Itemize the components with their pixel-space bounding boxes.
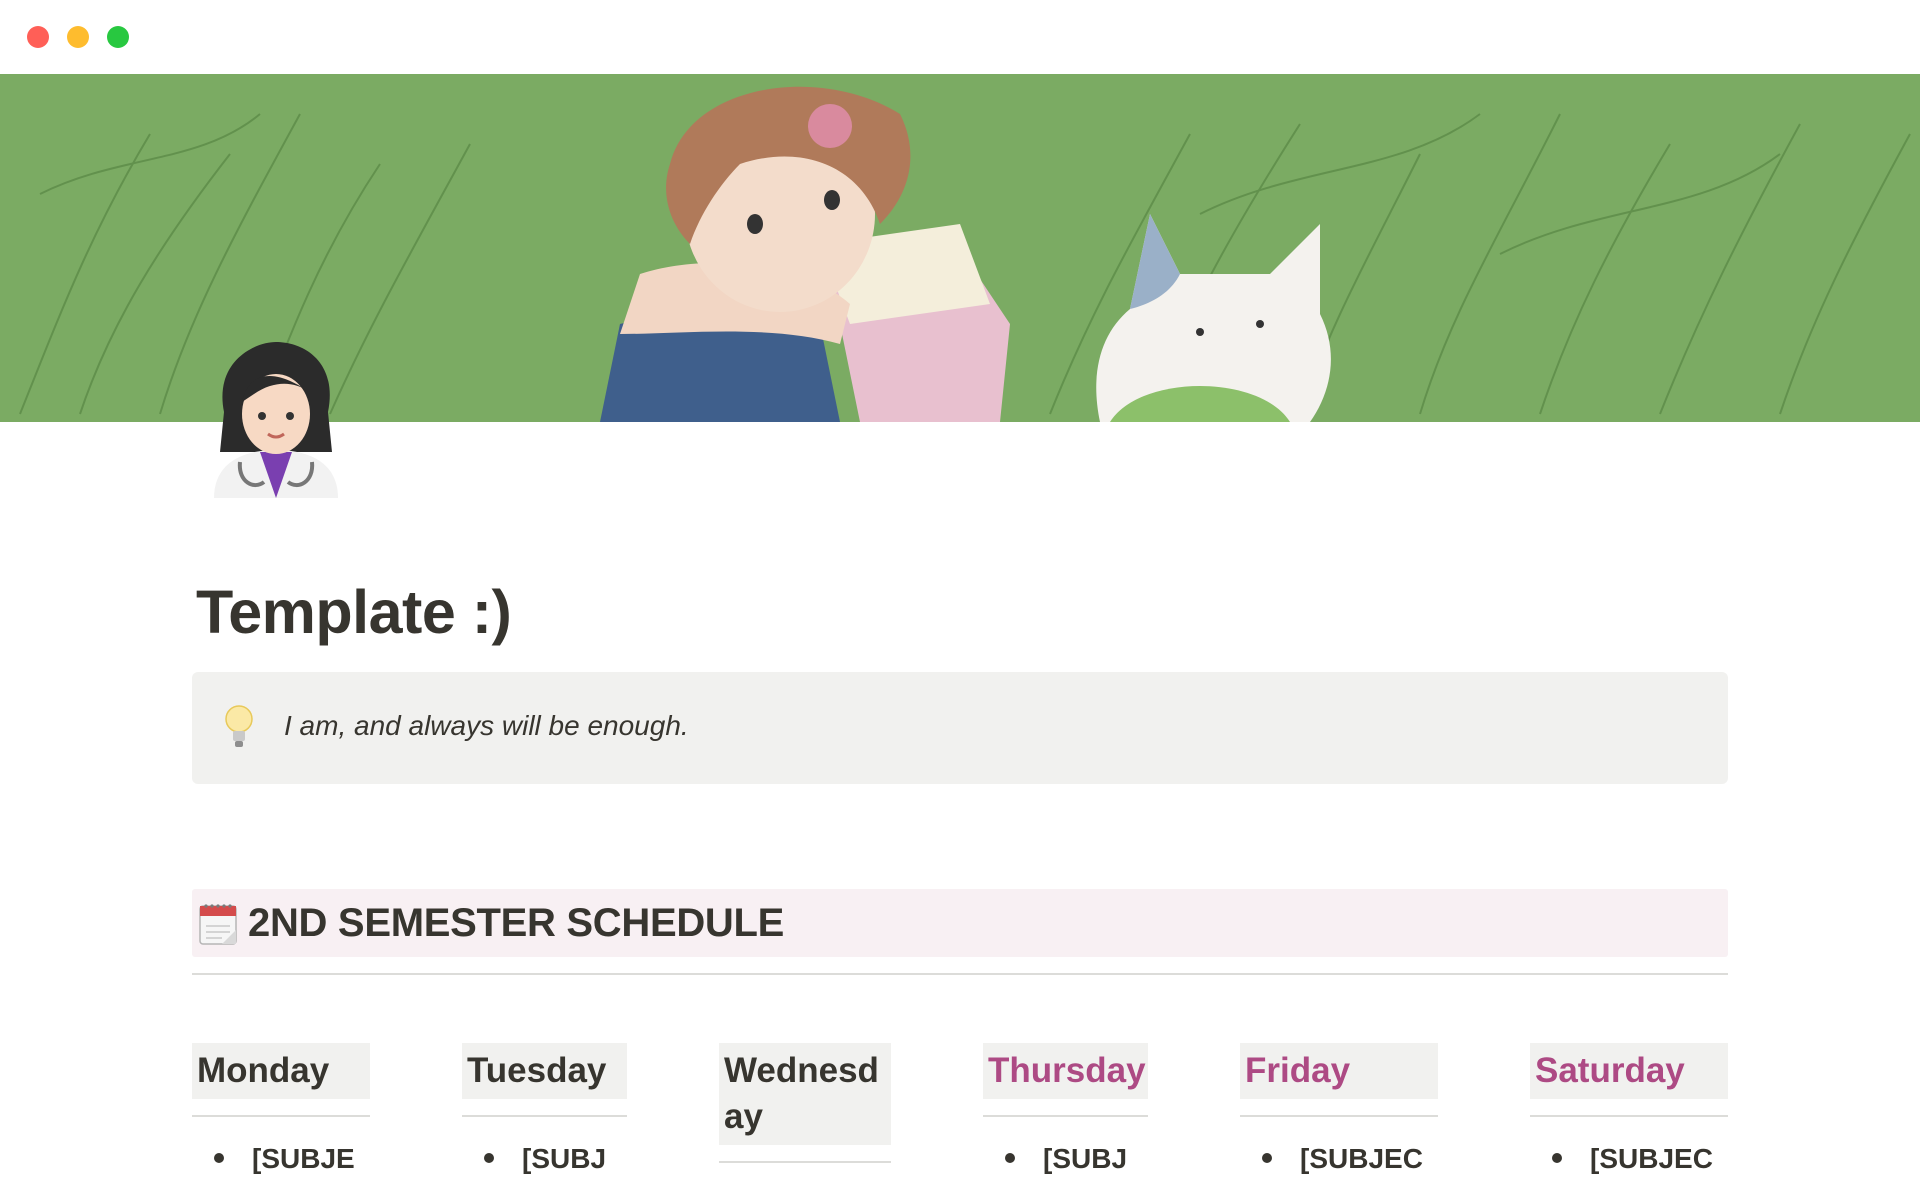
window-maximize-button[interactable] (107, 26, 129, 48)
schedule-heading[interactable]: 2ND SEMESTER SCHEDULE (192, 889, 1728, 957)
callout-text[interactable]: I am, and always will be enough. (284, 710, 689, 742)
calendar-icon (198, 902, 238, 946)
day-heading-wednesday[interactable]: Wednesd ay (719, 1043, 891, 1145)
day-column-friday: Friday [SUBJEC (1240, 1043, 1438, 1179)
day-divider (192, 1115, 370, 1117)
page-icon[interactable] (214, 342, 338, 498)
day-heading-friday[interactable]: Friday (1240, 1043, 1438, 1099)
day-divider (1530, 1115, 1728, 1117)
lightbulb-icon[interactable] (224, 704, 254, 750)
day-heading-saturday[interactable]: Saturday (1530, 1043, 1728, 1099)
day-column-wednesday: Wednesd ay (719, 1043, 891, 1163)
day-divider (719, 1161, 891, 1163)
list-item[interactable]: [SUBJE (192, 1139, 370, 1179)
bullet-icon (1005, 1153, 1015, 1163)
woman-health-worker-icon (214, 342, 338, 498)
list-item[interactable]: [SUBJ (983, 1139, 1148, 1179)
schedule-heading-text: 2ND SEMESTER SCHEDULE (248, 901, 785, 945)
list-item[interactable]: [SUBJEC (1240, 1139, 1438, 1179)
day-heading-tuesday[interactable]: Tuesday (462, 1043, 627, 1099)
day-heading-thursday[interactable]: Thursday (983, 1043, 1148, 1099)
callout-block[interactable]: I am, and always will be enough. (192, 672, 1728, 784)
day-column-thursday: Thursday [SUBJ (983, 1043, 1148, 1179)
bullet-icon (484, 1153, 494, 1163)
page-title[interactable]: Template :) (196, 572, 512, 652)
section-divider (192, 973, 1728, 975)
list-item[interactable]: [SUBJ (462, 1139, 627, 1179)
day-heading-monday[interactable]: Monday (192, 1043, 370, 1099)
day-divider (462, 1115, 627, 1117)
bullet-icon (1552, 1153, 1562, 1163)
day-column-saturday: Saturday [SUBJEC (1530, 1043, 1728, 1179)
list-item[interactable]: [SUBJEC (1530, 1139, 1728, 1179)
day-divider (1240, 1115, 1438, 1117)
window-minimize-button[interactable] (67, 26, 89, 48)
bullet-icon (214, 1153, 224, 1163)
window-titlebar (0, 0, 1920, 74)
window-close-button[interactable] (27, 26, 49, 48)
bullet-icon (1262, 1153, 1272, 1163)
day-column-monday: Monday [SUBJE (192, 1043, 370, 1179)
day-divider (983, 1115, 1148, 1117)
day-column-tuesday: Tuesday [SUBJ (462, 1043, 627, 1179)
